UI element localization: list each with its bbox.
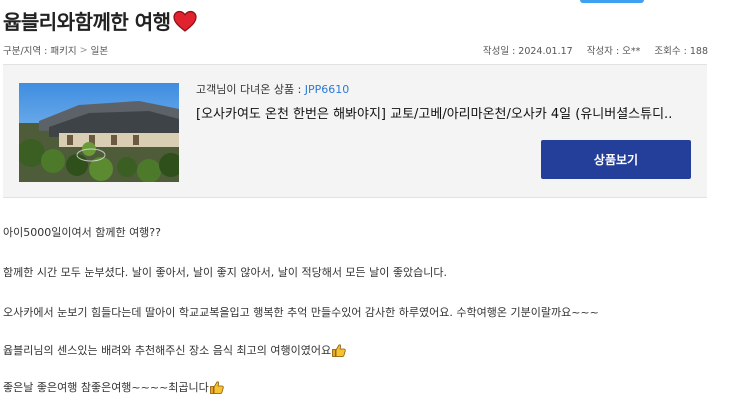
product-label-prefix: 고객님이 다녀온 상품 : xyxy=(196,83,305,96)
post-paragraph: 윱블리님의 센스있는 배려와 추천해주신 장소 음식 최고의 여행이였어요 xyxy=(3,342,346,358)
product-label: 고객님이 다녀온 상품 : JPP6610 xyxy=(196,81,349,97)
view-product-button[interactable]: 상품보기 xyxy=(541,140,691,179)
post-paragraph-text: 좋은날 좋은여행 참좋은여행~~~~최곱니다 xyxy=(3,381,209,394)
post-paragraph: 아이5000일이여서 함께한 여행?? xyxy=(3,224,161,240)
breadcrumb: 구분/지역 : 패키지 > 일본 xyxy=(3,43,108,58)
post-paragraph-text: 오사카에서 눈보기 힘들다는데 딸아이 학교교복을입고 행복한 추억 만들수있어… xyxy=(3,306,599,319)
post-paragraph-text: 윱블리님의 센스있는 배려와 추천해주신 장소 음식 최고의 여행이였어요 xyxy=(3,344,332,357)
post-meta: 구분/지역 : 패키지 > 일본 작성일 : 2024.01.17 작성자 : … xyxy=(3,42,708,58)
breadcrumb-region[interactable]: 일본 xyxy=(91,43,108,57)
post-author: 작성자 : 오** xyxy=(586,46,641,57)
heart-icon xyxy=(172,10,197,32)
post-views: 조회수 : 188 xyxy=(654,46,708,57)
post-paragraph: 함께한 시간 모두 눈부셨다. 날이 좋아서, 날이 좋지 않아서, 날이 적당… xyxy=(3,264,447,280)
top-tab-indicator[interactable] xyxy=(580,0,644,3)
thumbs-up-icon xyxy=(209,380,224,394)
page-title-text: 윱블리와함께한 여행 xyxy=(3,10,171,34)
post-paragraph: 좋은날 좋은여행 참좋은여행~~~~최곱니다 xyxy=(3,379,224,395)
product-thumbnail-image xyxy=(19,83,179,182)
post-paragraph: 오사카에서 눈보기 힘들다는데 딸아이 학교교복을입고 행복한 추억 만들수있어… xyxy=(3,304,599,320)
post-paragraph-text: 함께한 시간 모두 눈부셨다. 날이 좋아서, 날이 좋지 않아서, 날이 적당… xyxy=(3,266,447,279)
product-thumbnail[interactable] xyxy=(19,83,179,182)
breadcrumb-separator: > xyxy=(79,44,88,56)
post-date: 작성일 : 2024.01.17 xyxy=(482,46,573,57)
post-info: 작성일 : 2024.01.17 작성자 : 오** 조회수 : 188 xyxy=(483,43,708,57)
product-card: 고객님이 다녀온 상품 : JPP6610 [오사카여도 온천 한번은 해봐야지… xyxy=(3,64,707,198)
post-paragraph-text: 아이5000일이여서 함께한 여행?? xyxy=(3,226,161,239)
page-title: 윱블리와함께한 여행 xyxy=(3,6,197,35)
thumbs-up-icon xyxy=(332,343,346,357)
product-code[interactable]: JPP6610 xyxy=(305,83,350,96)
breadcrumb-category: 구분/지역 : 패키지 xyxy=(3,46,77,57)
product-name[interactable]: [오사카여도 온천 한번은 해봐야지] 교토/고베/아리마온천/오사카 4일 (… xyxy=(196,103,686,122)
